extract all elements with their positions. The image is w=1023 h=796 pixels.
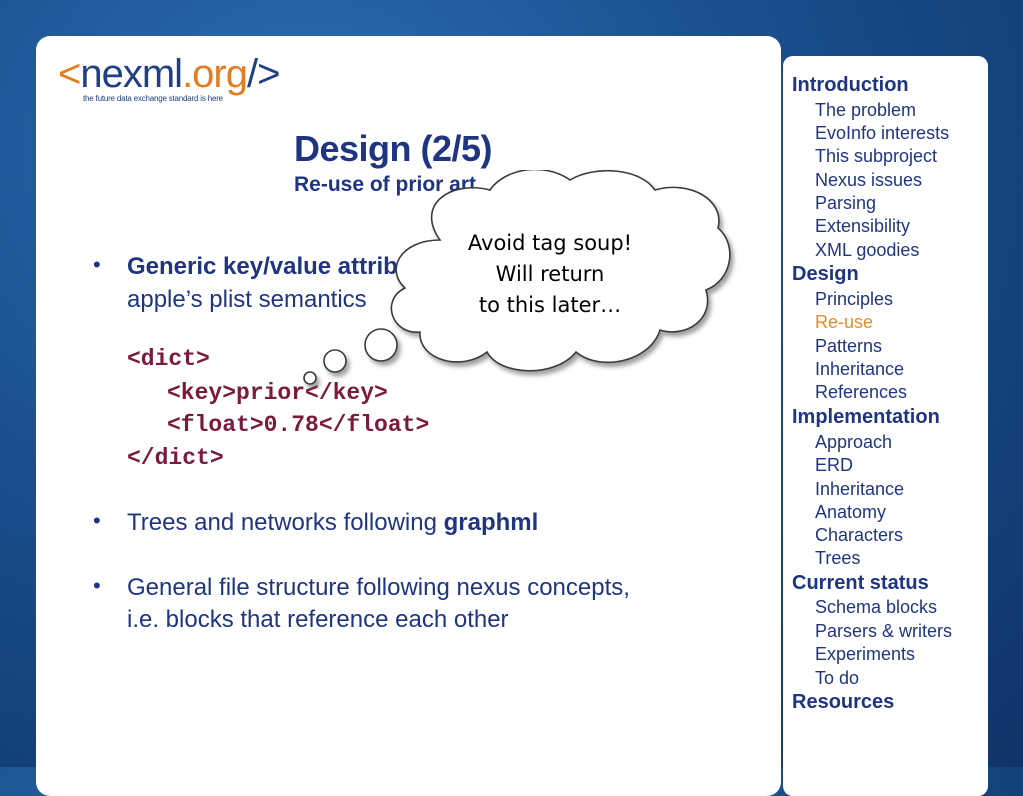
sidebar-item-characters[interactable]: Characters [815, 525, 903, 546]
thought-bubble-small [303, 371, 317, 385]
sidebar-section-resources[interactable]: Resources [792, 691, 894, 714]
sidebar-section-design[interactable]: Design [792, 263, 859, 286]
bullet-3-line-2: i.e. blocks that reference each other [127, 606, 509, 633]
thought-bubble-medium [323, 349, 347, 373]
sidebar-section-introduction[interactable]: Introduction [792, 74, 909, 97]
code-line: <dict> [127, 346, 210, 372]
sidebar-item-xml-goodies[interactable]: XML goodies [815, 240, 919, 261]
bullet-marker: • [93, 252, 101, 277]
logo-name: nexml [80, 52, 183, 96]
logo-wordmark: <nexml.org/> [58, 52, 280, 96]
sidebar-item-inheritance[interactable]: Inheritance [815, 479, 904, 500]
sidebar-section-implementation[interactable]: Implementation [792, 406, 940, 429]
sidebar-item-trees[interactable]: Trees [815, 548, 860, 569]
logo-tld: .org [182, 52, 248, 96]
logo-close-bracket: /> [247, 52, 280, 96]
slide-title: Design (2/5) [294, 128, 493, 169]
sidebar-item-erd[interactable]: ERD [815, 455, 853, 476]
sidebar-item-the-problem[interactable]: The problem [815, 100, 916, 121]
bullet-marker: • [93, 573, 101, 598]
sidebar-item-nexus-issues[interactable]: Nexus issues [815, 170, 922, 191]
bullet-2-text: Trees and networks following [127, 509, 444, 536]
callout-text: Avoid tag soup! Will return to this late… [430, 228, 670, 321]
logo-open-bracket: < [58, 52, 81, 96]
sidebar-item-evoinfo-interests[interactable]: EvoInfo interests [815, 123, 949, 144]
sidebar-item-extensibility[interactable]: Extensibility [815, 216, 910, 237]
thought-bubble-large [364, 328, 398, 362]
sidebar-item-this-subproject[interactable]: This subproject [815, 146, 937, 167]
sidebar-section-current-status[interactable]: Current status [792, 572, 929, 595]
sidebar-item-re-use[interactable]: Re-use [815, 312, 873, 333]
sidebar-item-schema-blocks[interactable]: Schema blocks [815, 597, 937, 618]
callout-line: Will return [495, 262, 605, 286]
bullet-2: Trees and networks following graphml [127, 506, 538, 539]
code-line: <float>0.78</float> [167, 412, 430, 438]
bullet-3-line-1: General file structure following nexus c… [127, 574, 630, 601]
sidebar-item-experiments[interactable]: Experiments [815, 644, 915, 665]
code-line: </dict> [127, 445, 224, 471]
sidebar-item-to-do[interactable]: To do [815, 668, 859, 689]
callout-line: to this later… [478, 293, 622, 317]
bullet-marker: • [93, 508, 101, 533]
sidebar-item-parsing[interactable]: Parsing [815, 193, 876, 214]
sidebar-item-inheritance[interactable]: Inheritance [815, 359, 904, 380]
sidebar-item-references[interactable]: References [815, 382, 907, 403]
logo-tagline: the future data exchange standard is her… [83, 94, 223, 103]
nexml-logo: <nexml.org/> the future data exchange st… [58, 54, 318, 106]
sidebar-item-parsers-writers[interactable]: Parsers & writers [815, 621, 952, 642]
callout-line: Avoid tag soup! [467, 231, 633, 255]
bullet-2-bold: graphml [443, 509, 539, 536]
sidebar-item-patterns[interactable]: Patterns [815, 336, 882, 357]
sidebar-item-principles[interactable]: Principles [815, 289, 893, 310]
sidebar-item-approach[interactable]: Approach [815, 432, 892, 453]
sidebar-item-anatomy[interactable]: Anatomy [815, 502, 886, 523]
